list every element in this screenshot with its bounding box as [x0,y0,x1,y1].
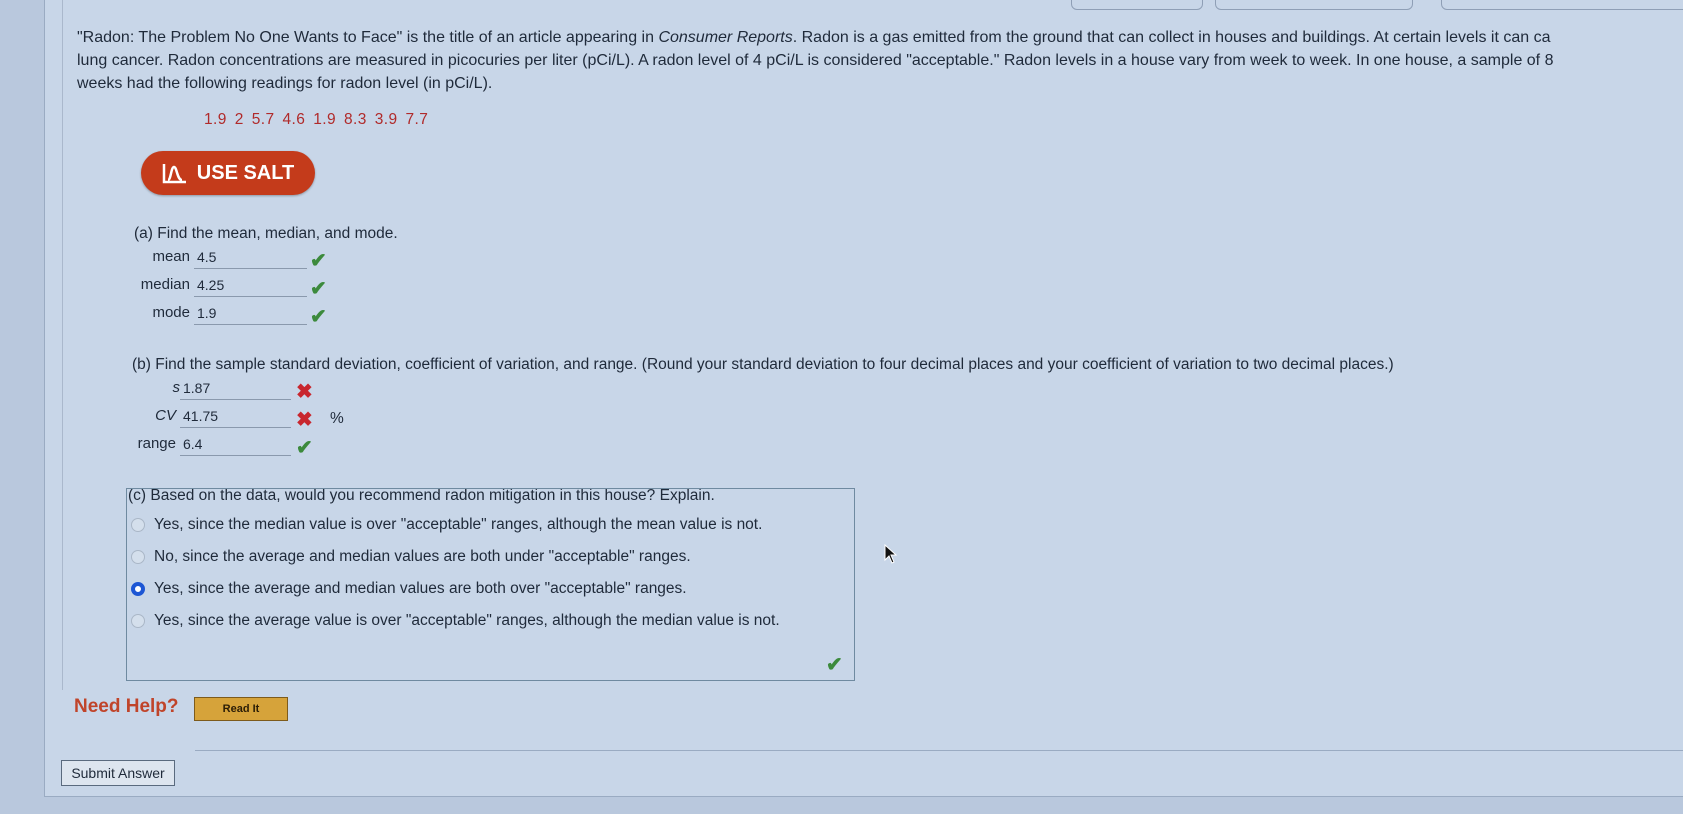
reading-value: 2 [234,111,244,128]
median-input[interactable]: 4.25 [194,274,307,297]
mode-label: mode [152,304,190,321]
radio-button[interactable] [131,550,145,564]
reading-value: 7.7 [405,111,429,128]
cross-icon: ✖ [296,381,313,403]
read-it-button[interactable]: Read It [194,697,288,721]
s-label: s [172,379,181,396]
median-label: median [140,276,190,293]
part-b-prompt: (b) Find the sample standard deviation, … [132,356,1394,373]
radio-button[interactable] [131,614,145,628]
cross-icon: ✖ [296,409,313,431]
submit-answer-button[interactable]: Submit Answer [61,760,175,786]
reading-value: 1.9 [204,111,227,128]
radio-button[interactable] [131,518,145,532]
source-title: Consumer Reports [658,29,793,46]
choice-option[interactable]: Yes, since the median value is over "acc… [131,516,762,534]
mean-input[interactable]: 4.5 [194,246,307,269]
top-tab[interactable] [1071,0,1203,10]
top-tab[interactable] [1441,0,1683,10]
reading-value: 8.3 [344,111,367,128]
need-help-label: Need Help? [74,696,179,717]
use-salt-button[interactable]: USE SALT [141,151,315,195]
check-icon: ✔ [826,654,843,676]
reading-value: 3.9 [374,111,398,128]
cv-input[interactable]: 41.75 [180,405,291,428]
check-icon: ✔ [310,278,327,300]
left-divider [62,0,63,690]
salt-chart-icon [162,164,186,184]
reading-value: 5.7 [251,111,275,128]
top-tab[interactable] [1215,0,1413,10]
reading-value: 4.6 [282,111,306,128]
radio-button-selected[interactable] [131,582,145,596]
mean-label: mean [152,248,190,265]
range-input[interactable]: 6.4 [180,433,291,456]
part-a-prompt: (a) Find the mean, median, and mode. [134,225,398,242]
bottom-divider [195,750,1683,751]
choice-option[interactable]: No, since the average and median values … [131,548,691,566]
reading-value: 1.9 [313,111,337,128]
choice-option-selected[interactable]: Yes, since the average and median values… [131,580,687,598]
check-icon: ✔ [296,437,313,459]
range-label: range [137,435,176,452]
percent-unit: % [330,410,344,427]
question-text: "Radon: The Problem No One Wants to Face… [77,29,1554,92]
cv-label: CV [155,407,176,424]
check-icon: ✔ [310,306,327,328]
readings-list: 1.9 2 5.7 4.6 1.9 8.3 3.9 7.7 [204,111,436,129]
check-icon: ✔ [310,250,327,272]
std-dev-input[interactable]: 1.87 [180,377,291,400]
mouse-cursor-icon [884,544,898,564]
mode-input[interactable]: 1.9 [194,302,307,325]
choice-option[interactable]: Yes, since the average value is over "ac… [131,612,780,630]
